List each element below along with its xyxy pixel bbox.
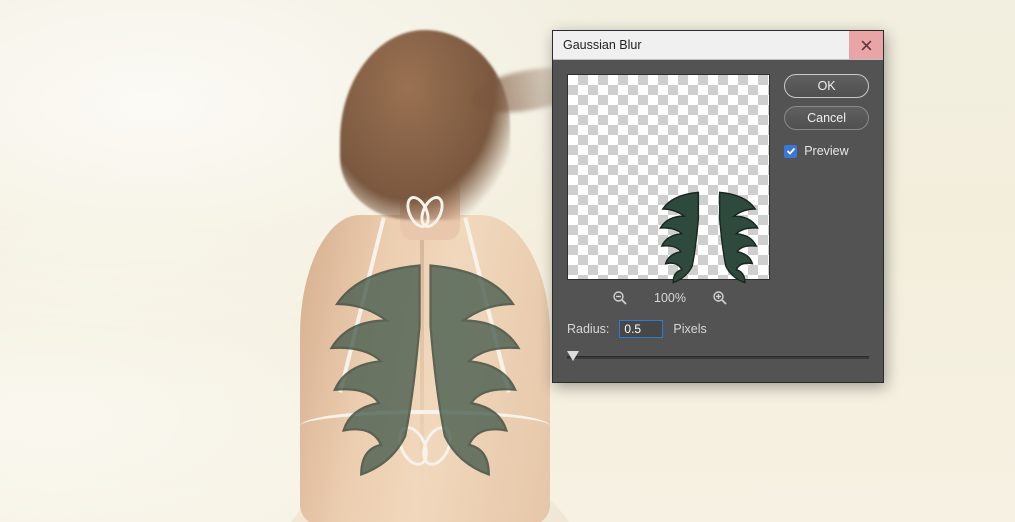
preview-checkbox-label: Preview (804, 144, 848, 158)
preview-canvas[interactable] (567, 74, 770, 280)
photo-region (340, 30, 510, 220)
background-photo (260, 30, 560, 522)
gaussian-blur-dialog: Gaussian Blur (552, 30, 884, 383)
checkmark-icon (786, 146, 796, 156)
preview-checkbox[interactable]: Preview (784, 144, 869, 158)
cancel-button-label: Cancel (807, 111, 846, 125)
dialog-body: OK Cancel Preview (553, 60, 883, 382)
close-icon (861, 40, 872, 51)
dialog-title: Gaussian Blur (563, 38, 642, 52)
preview-wing-left (642, 190, 712, 285)
slider-thumb[interactable] (567, 351, 579, 361)
radius-input[interactable] (619, 320, 663, 338)
cancel-button[interactable]: Cancel (784, 106, 869, 130)
ok-button-label: OK (818, 79, 836, 93)
zoom-level-label: 100% (654, 291, 686, 305)
tattoo-wing-left (315, 260, 425, 480)
close-button[interactable] (849, 31, 883, 59)
zoom-out-icon[interactable] (612, 290, 628, 306)
radius-label: Radius: (567, 322, 609, 336)
ok-button[interactable]: OK (784, 74, 869, 98)
radius-slider[interactable] (567, 350, 869, 364)
tattoo-wing-right (425, 260, 535, 480)
document-canvas: Gaussian Blur (0, 0, 1015, 522)
radius-row: Radius: Pixels (567, 320, 869, 338)
zoom-controls: 100% (567, 290, 773, 306)
zoom-in-icon[interactable] (712, 290, 728, 306)
radius-unit-label: Pixels (673, 322, 706, 336)
slider-track (567, 356, 869, 359)
dialog-titlebar[interactable]: Gaussian Blur (553, 31, 883, 60)
checkbox-box (784, 145, 797, 158)
photo-region (410, 195, 440, 225)
preview-wing-right (706, 190, 776, 285)
